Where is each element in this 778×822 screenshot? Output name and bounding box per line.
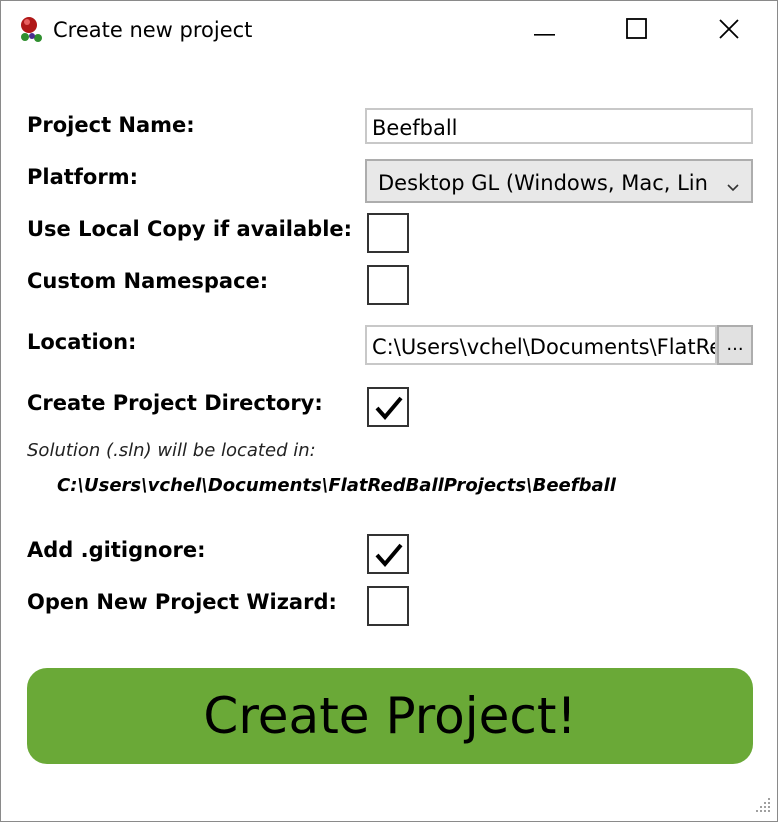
platform-label: Platform: — [27, 165, 138, 189]
chevron-down-icon — [727, 174, 739, 198]
close-button[interactable] — [709, 13, 749, 49]
browse-button[interactable]: ... — [717, 325, 753, 365]
custom-namespace-label: Custom Namespace: — [27, 269, 269, 293]
minimize-button[interactable] — [525, 13, 565, 49]
add-gitignore-label: Add .gitignore: — [27, 538, 206, 562]
create-project-window: Create new project Project Name: Beefbal… — [0, 0, 778, 822]
create-project-directory-checkbox[interactable] — [367, 387, 409, 427]
platform-selected-value: Desktop GL (Windows, Mac, Lin — [378, 171, 708, 195]
custom-namespace-checkbox[interactable] — [367, 265, 409, 305]
open-wizard-label: Open New Project Wizard: — [27, 590, 337, 614]
project-name-input[interactable]: Beefball — [365, 108, 753, 144]
use-local-copy-label: Use Local Copy if available: — [27, 217, 353, 241]
project-name-label: Project Name: — [27, 113, 195, 137]
resize-grip-icon[interactable] — [753, 795, 773, 819]
maximize-button[interactable] — [617, 13, 657, 49]
location-input[interactable]: C:\Users\vchel\Documents\FlatRe — [365, 325, 717, 365]
app-logo-icon — [18, 16, 46, 44]
location-label: Location: — [27, 330, 137, 354]
use-local-copy-checkbox[interactable] — [367, 213, 409, 253]
window-title: Create new project — [53, 18, 253, 42]
minimize-icon — [534, 22, 556, 41]
close-icon — [718, 18, 740, 44]
open-wizard-checkbox[interactable] — [367, 586, 409, 626]
maximize-icon — [626, 18, 648, 44]
solution-location-note: Solution (.sln) will be located in: — [27, 440, 316, 461]
create-project-button[interactable]: Create Project! — [27, 668, 753, 764]
title-bar: Create new project — [1, 1, 777, 61]
platform-select[interactable]: Desktop GL (Windows, Mac, Lin — [365, 159, 753, 203]
add-gitignore-checkbox[interactable] — [367, 534, 409, 574]
solution-path: C:\Users\vchel\Documents\FlatRedBallProj… — [57, 475, 616, 496]
create-project-directory-label: Create Project Directory: — [27, 391, 323, 415]
